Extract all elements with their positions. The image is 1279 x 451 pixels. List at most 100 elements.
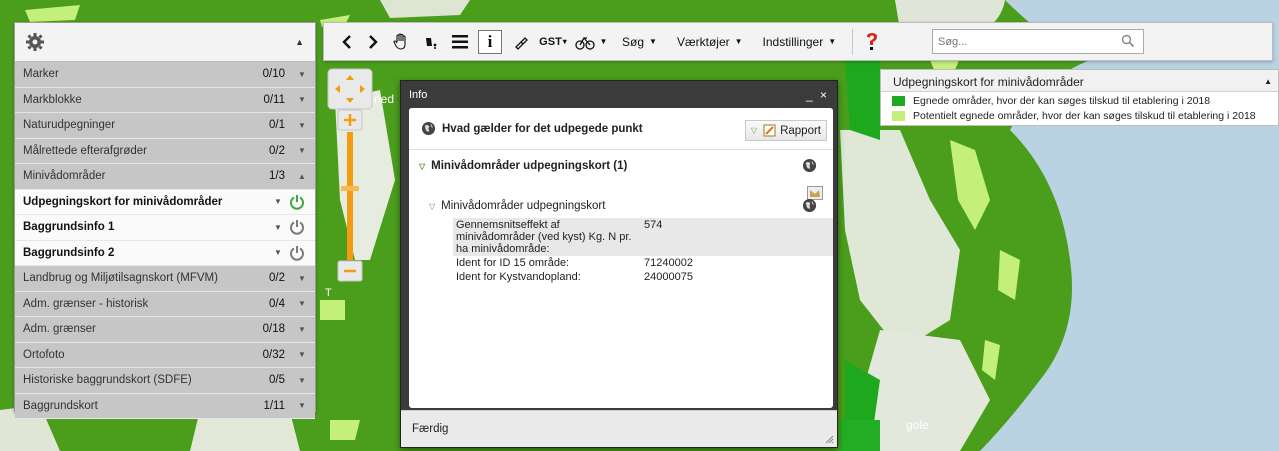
attribute-row: Gennemsnitseffekt af minivådområder (ved…	[453, 218, 833, 256]
window-controls[interactable]: _ ×	[806, 88, 829, 102]
layer-count: 0/4	[269, 297, 285, 310]
power-toggle-icon[interactable]	[289, 219, 305, 235]
layer-count: 1/11	[263, 399, 285, 412]
layer-row[interactable]: Minivådområder 1/3 ▲	[15, 164, 315, 190]
zoom-slider-track[interactable]	[347, 132, 353, 260]
search-input[interactable]	[938, 35, 1108, 48]
info-question: Hvad gælder for det udpegede punkt	[442, 122, 643, 135]
layer-row[interactable]: Målrettede efterafgrøder 0/2 ▼	[15, 138, 315, 164]
layer-count: 0/5	[269, 374, 285, 387]
chevron-down-icon[interactable]: ▼	[297, 146, 307, 155]
back-button[interactable]	[334, 23, 360, 60]
layer-row[interactable]: Baggrundskort 1/11 ▼	[15, 393, 315, 419]
report-button[interactable]: ▽ Rapport	[744, 120, 827, 141]
collapse-legend-icon[interactable]: ▲	[1264, 77, 1272, 86]
chevron-left-icon	[342, 34, 351, 49]
chevron-down-icon[interactable]: ▼	[273, 197, 283, 206]
expand-toggle-icon[interactable]: ▽	[419, 162, 425, 171]
layer-name: Adm. grænser	[23, 323, 96, 336]
layer-row[interactable]: Baggrundsinfo 1 ▼	[15, 215, 315, 241]
layer-row[interactable]: Udpegningskort for minivådområder ▼	[15, 189, 315, 215]
layer-count: 0/2	[269, 144, 285, 157]
globe-icon[interactable]	[802, 158, 817, 173]
layer-panel-header[interactable]: ▲	[15, 23, 315, 62]
layer-row[interactable]: Naturudpegninger 0/1 ▼	[15, 113, 315, 139]
layer-row[interactable]: Landbrug og Miljøtilsagnskort (MFVM) 0/2 ▼	[15, 266, 315, 292]
search-field[interactable]	[932, 29, 1144, 54]
chevron-down-icon[interactable]: ▼	[297, 350, 307, 359]
legend-header[interactable]: Udpegningskort for minivådområder ▲	[881, 70, 1278, 92]
settings-menu-label: Indstillinger	[762, 34, 824, 49]
resize-grip-icon[interactable]	[825, 435, 834, 444]
legend-item: Potentielt egnede områder, hvor der kan …	[881, 109, 1278, 122]
chevron-down-icon: ▼	[828, 37, 837, 46]
legend-swatch	[892, 95, 905, 106]
chevron-down-icon[interactable]: ▼	[297, 325, 307, 334]
forward-button[interactable]	[360, 23, 386, 60]
layer-panel: ▲ Marker 0/10 ▼ Markblokke 0/11 ▼ Naturudpegni…	[14, 22, 316, 419]
info-window-titlebar[interactable]: Info _ ×	[401, 81, 837, 108]
gear-icon[interactable]	[25, 32, 45, 52]
gst-button[interactable]: GST ▾	[536, 23, 570, 60]
layer-name: Naturudpegninger	[23, 119, 116, 132]
zoom-in-button[interactable]	[337, 109, 363, 131]
info-icon: i	[487, 31, 493, 51]
power-toggle-icon[interactable]	[289, 194, 305, 210]
globe-icon	[421, 121, 436, 136]
eraser-button[interactable]	[506, 23, 536, 60]
expand-toggle-icon[interactable]: ▽	[429, 202, 435, 211]
layer-row[interactable]: Historiske baggrundskort (SDFE) 0/5 ▼	[15, 368, 315, 394]
layer-row[interactable]: Ortofoto 0/32 ▼	[15, 342, 315, 368]
report-label: Rapport	[780, 124, 821, 137]
layer-row[interactable]: Adm. grænser - historisk 0/4 ▼	[15, 291, 315, 317]
attribute-value: 24000075	[641, 270, 833, 284]
chevron-down-icon[interactable]: ▼	[297, 70, 307, 79]
pan-arrows-icon[interactable]	[327, 68, 373, 110]
zoom-out-button[interactable]	[337, 260, 363, 282]
info-button[interactable]: i	[478, 29, 502, 54]
chevron-down-icon[interactable]: ▼	[297, 121, 307, 130]
chevron-down-icon[interactable]: ▼	[273, 248, 283, 257]
help-button[interactable]	[859, 23, 885, 60]
layer-row[interactable]: Marker 0/10 ▼	[15, 62, 315, 88]
attribute-key: Ident for ID 15 område:	[453, 256, 641, 270]
layer-row[interactable]: Adm. grænser 0/18 ▼	[15, 317, 315, 343]
pan-button[interactable]	[386, 23, 416, 60]
layer-row[interactable]: Baggrundsinfo 2 ▼	[15, 240, 315, 266]
attribute-value: 71240002	[641, 256, 833, 270]
layer-count: 0/32	[262, 348, 285, 361]
attribute-table: Gennemsnitseffekt af minivådområder (ved…	[453, 218, 833, 284]
collapse-panel-icon[interactable]: ▲	[295, 37, 304, 47]
result-subsection-header[interactable]: ▽ Minivådområder udpegningskort	[429, 200, 833, 212]
help-icon	[867, 32, 878, 50]
search-menu[interactable]: Søg ▼	[612, 23, 667, 60]
layer-count: 0/18	[262, 323, 285, 336]
info-window-title: Info	[409, 89, 428, 101]
chevron-down-icon[interactable]: ▼	[297, 95, 307, 104]
zoom-slider-handle[interactable]	[341, 186, 359, 191]
power-toggle-icon[interactable]	[289, 245, 305, 261]
settings-menu[interactable]: Indstillinger ▼	[753, 23, 847, 60]
result-section-title: Minivådområder udpegningskort (1)	[431, 160, 628, 172]
search-icon[interactable]	[1121, 34, 1135, 48]
legend-item: Egnede områder, hvor der kan søges tilsk…	[881, 94, 1278, 107]
result-subsection: ▽ Minivådområder udpegningskort Gennemsn…	[429, 198, 833, 284]
layers-list-button[interactable]	[446, 23, 474, 60]
chevron-down-icon[interactable]: ▼	[273, 223, 283, 232]
layer-row[interactable]: Markblokke 0/11 ▼	[15, 87, 315, 113]
triangle-down-icon: ▽	[750, 126, 758, 135]
chevron-down-icon[interactable]: ▼	[297, 299, 307, 308]
legend-items: Egnede områder, hvor der kan søges tilsk…	[881, 94, 1278, 122]
identify-button[interactable]	[416, 23, 446, 60]
legend-label: Potentielt egnede områder, hvor der kan …	[913, 109, 1256, 122]
layer-list: Marker 0/10 ▼ Markblokke 0/11 ▼ Naturudpegning…	[15, 62, 315, 419]
globe-icon[interactable]	[802, 198, 817, 213]
chevron-down-icon[interactable]: ▼	[297, 274, 307, 283]
draw-tools-button[interactable]: ▼	[570, 23, 612, 60]
layer-name: Landbrug og Miljøtilsagnskort (MFVM)	[23, 272, 218, 285]
result-section-header[interactable]: ▽ Minivådområder udpegningskort (1)	[419, 160, 833, 172]
chevron-up-icon[interactable]: ▲	[297, 172, 307, 181]
chevron-down-icon[interactable]: ▼	[297, 401, 307, 410]
tools-menu[interactable]: Værktøjer ▼	[667, 23, 753, 60]
chevron-down-icon[interactable]: ▼	[297, 376, 307, 385]
